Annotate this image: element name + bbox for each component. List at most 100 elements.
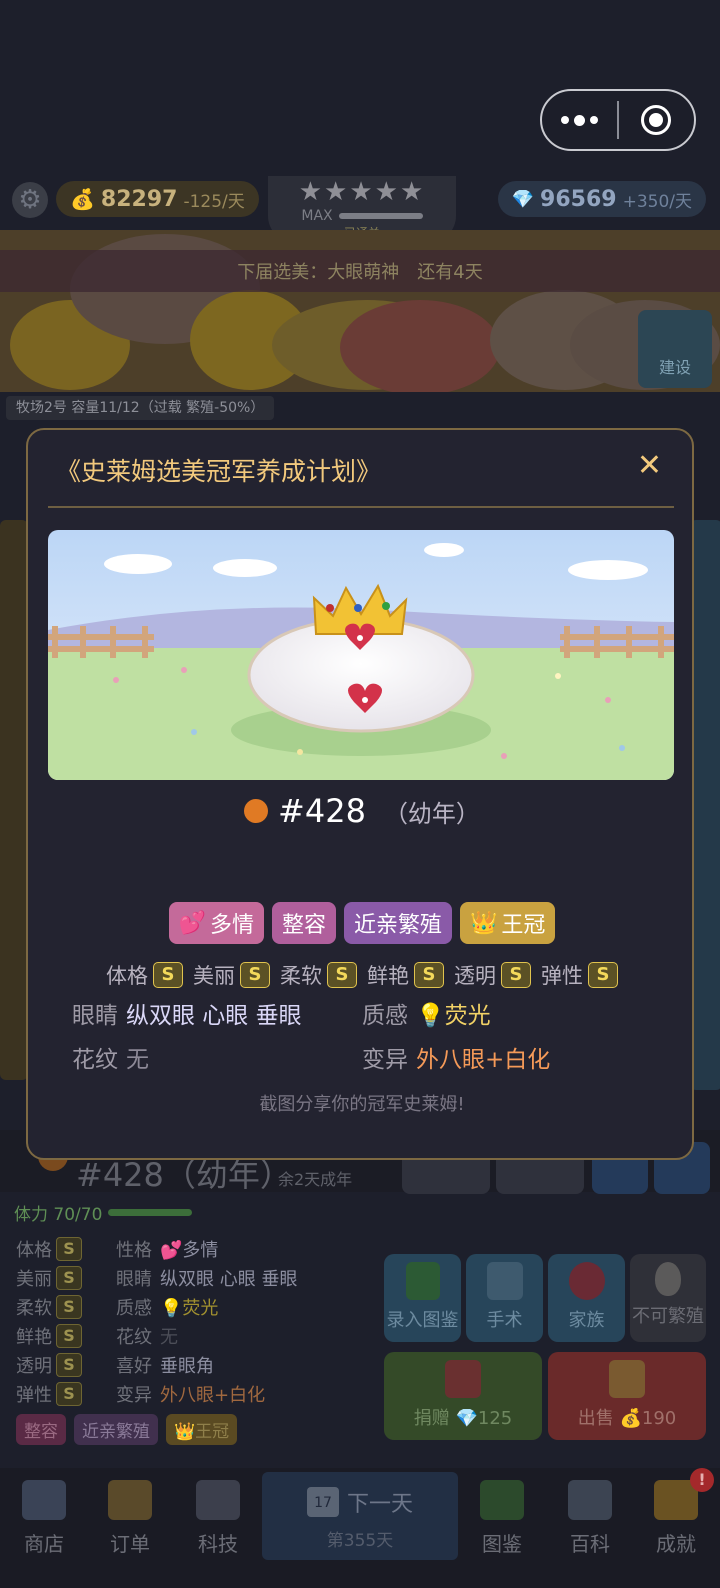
record-collection-button[interactable]: 录入图鉴 — [384, 1254, 461, 1342]
trait-name: 花纹 — [116, 1326, 152, 1348]
mini-program-capsule — [540, 89, 696, 151]
attr-name: 透明 — [454, 964, 496, 988]
hearts-icon — [568, 1262, 605, 1300]
lightbulb-icon: 💡 — [416, 1003, 445, 1029]
attr-name: 鲜艳 — [16, 1326, 52, 1348]
more-options-button[interactable] — [542, 91, 617, 149]
tag-surgery-mini: 整容 — [16, 1414, 66, 1445]
slime-stage: （幼年） — [383, 799, 480, 828]
tag-crown-mini: 👑王冠 — [166, 1414, 238, 1445]
donate-label: 捐赠 💎125 — [413, 1408, 513, 1429]
pasture-info: 牧场2号 容量11/12（过载 繁殖-50%） — [6, 396, 275, 420]
mutation-value: 外八眼+白化 — [416, 1047, 551, 1073]
next-day-button[interactable]: 17 下一天 第355天 — [262, 1472, 458, 1560]
pattern-label: 花纹 — [72, 1047, 118, 1073]
stamina-text: 体力 70/70 — [14, 1205, 103, 1225]
trait-value: 纵双眼 心眼 垂眼 — [160, 1268, 298, 1290]
nav-tech[interactable]: 科技 — [178, 1480, 258, 1557]
scroll-icon — [108, 1480, 152, 1520]
tag-amorous: 💕 多情 — [168, 902, 264, 944]
open-book-icon — [568, 1480, 612, 1520]
eyes-label: 眼睛 — [72, 1003, 118, 1029]
trait-value: 外八眼+白化 — [160, 1384, 266, 1406]
attr-grade: S — [153, 962, 183, 988]
trait-list: 性格 💕多情 眼睛 纵双眼 心眼 垂眼 质感 💡荧光 花纹无 喜好 垂眼角 变异 外八眼+… — [116, 1234, 297, 1408]
tag-label: 王冠 — [501, 913, 546, 938]
attr-grade: S — [56, 1294, 82, 1319]
tag-label: 近亲繁殖 — [354, 913, 443, 938]
title-divider — [48, 506, 674, 508]
more-dots-icon — [561, 114, 598, 126]
mutation-label: 变异 — [362, 1047, 408, 1073]
attr-name: 柔软 — [280, 964, 322, 988]
attr-grade: S — [56, 1381, 82, 1406]
no-breed-label: 不可繁殖 — [632, 1306, 704, 1327]
nav-shop[interactable]: 商店 — [4, 1480, 84, 1557]
coin-amount: 82297 — [100, 186, 178, 212]
attr-name: 透明 — [16, 1355, 52, 1377]
adult-countdown: 余2天成年 — [278, 1170, 353, 1189]
family-button[interactable]: 家族 — [548, 1254, 625, 1342]
tag-label: 整容 — [281, 913, 326, 938]
bottom-tags: 整容 近亲繁殖 👑王冠 — [16, 1414, 238, 1445]
no-breed-button[interactable]: 不可繁殖 — [630, 1254, 706, 1342]
trait-value: 无 — [160, 1326, 178, 1348]
donate-button[interactable]: 捐赠 💎125 — [384, 1352, 542, 1440]
sell-label: 出售 💰190 — [577, 1408, 677, 1429]
pasture-illustration — [48, 530, 674, 780]
gem-rate: +350/天 — [622, 191, 692, 212]
egg-icon — [655, 1262, 681, 1296]
gem-amount: 96569 — [540, 186, 617, 212]
book-icon — [405, 1262, 440, 1300]
sell-button[interactable]: 出售 💰190 — [548, 1352, 706, 1440]
calendar-icon: 17 — [306, 1487, 339, 1517]
attr-name: 柔软 — [16, 1297, 52, 1319]
build-label: 建设 — [658, 358, 691, 377]
build-button[interactable]: 建设 — [638, 310, 712, 388]
settings-gear-icon[interactable]: ⚙ — [12, 182, 48, 218]
nav-collection-label: 图鉴 — [482, 1532, 522, 1556]
nav-wiki[interactable]: 百科 — [550, 1480, 630, 1557]
texture-label: 质感 — [362, 1003, 408, 1029]
tag-surgery: 整容 — [271, 902, 336, 944]
attr-name: 体格 — [16, 1239, 52, 1261]
attr-list: 体格 S 美丽 S 柔软 S 鲜艳 S 透明 S 弹性 S — [16, 1234, 82, 1408]
close-miniprogram-button[interactable] — [619, 91, 694, 149]
nav-tech-label: 科技 — [198, 1532, 238, 1556]
nav-collection[interactable]: 图鉴 — [462, 1480, 542, 1557]
nav-orders[interactable]: 订单 — [90, 1480, 170, 1557]
nav-orders-label: 订单 — [110, 1532, 150, 1556]
tag-label: 多情 — [209, 913, 254, 938]
record-label: 录入图鉴 — [386, 1310, 459, 1331]
nav-shop-label: 商店 — [24, 1532, 64, 1556]
day-counter: 第355天 — [326, 1531, 394, 1551]
gem-counter: 💎 96569 +350/天 — [497, 181, 706, 217]
rating-stars: ★★★★★ — [298, 177, 426, 207]
eyes-trait: 眼睛 纵双眼 心眼 垂眼 — [72, 996, 302, 1030]
crown-icon: 👑 — [470, 910, 498, 936]
trait-value: 💕多情 — [160, 1239, 219, 1261]
tag-inbreeding: 近亲繁殖 — [344, 902, 453, 944]
trait-tags: 💕 多情 整容 近亲繁殖 👑 王冠 — [28, 902, 696, 944]
cart-icon — [22, 1480, 66, 1520]
target-icon — [641, 105, 672, 135]
attr-name: 弹性 — [541, 964, 583, 988]
mutation-trait: 变异 外八眼+白化 — [362, 1040, 550, 1074]
gift-icon — [445, 1360, 481, 1398]
tag-crown: 👑 王冠 — [460, 902, 556, 944]
surgery-button[interactable]: 手术 — [466, 1254, 543, 1342]
trait-name: 性格 — [116, 1239, 152, 1261]
trait-name: 变异 — [116, 1384, 152, 1406]
slime-portrait — [48, 530, 674, 780]
modal-title: 《史莱姆选美冠军养成计划》 — [56, 457, 382, 486]
close-icon[interactable]: ✕ — [637, 448, 662, 483]
attr-elasticity: 弹性 S — [541, 960, 618, 990]
surgery-label: 手术 — [486, 1310, 523, 1331]
family-label: 家族 — [568, 1310, 605, 1331]
gem-icon: 💎 — [511, 188, 535, 210]
attr-name: 鲜艳 — [367, 964, 409, 988]
contest-remaining: 还有4天 — [417, 262, 483, 283]
attr-grade: S — [56, 1323, 82, 1348]
trait-value: 垂眼角 — [160, 1355, 214, 1377]
contest-banner: 下届选美：大眼萌神 还有4天 — [0, 250, 720, 292]
